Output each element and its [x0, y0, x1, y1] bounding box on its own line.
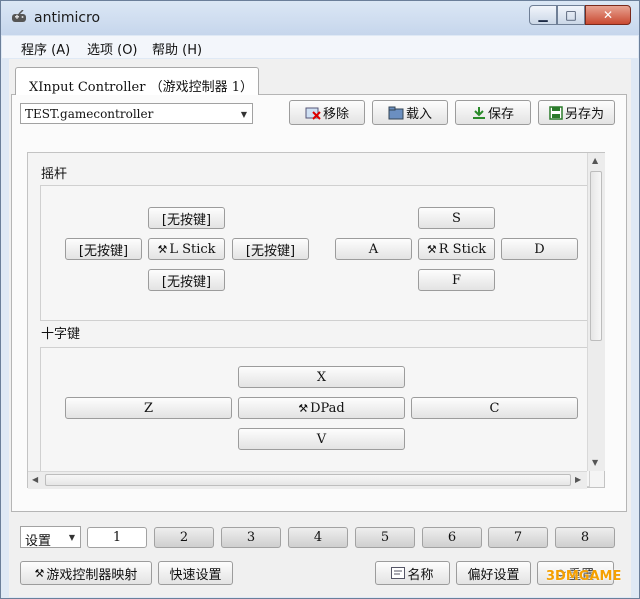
set-button-2[interactable]: 2: [154, 527, 214, 548]
tab-controller-1[interactable]: XInput Controller （游戏控制器 1）: [15, 67, 259, 95]
controller-mapping-label: 游戏控制器映射: [46, 567, 138, 583]
name-button-label: 名称: [407, 567, 434, 583]
right-stick-up-label: S: [452, 210, 461, 226]
quick-setup-label: 快速设置: [169, 567, 222, 583]
name-button[interactable]: 名称: [375, 561, 450, 585]
right-stick-right-button[interactable]: D: [501, 238, 578, 260]
watermark-logo: 3DMGAME: [546, 569, 622, 584]
scroll-right-icon[interactable]: ▶: [575, 475, 581, 484]
menu-bar: 程序 (A) 选项 (O) 帮助 (H): [2, 36, 638, 58]
close-button[interactable]: ✕: [585, 5, 631, 25]
app-window: antimicro ▁ □ ✕ 程序 (A) 选项 (O) 帮助 (H) XIn…: [0, 0, 640, 599]
set-button-4[interactable]: 4: [288, 527, 348, 548]
right-stick-down-label: F: [451, 272, 462, 288]
left-stick-right-label: [无按键]: [245, 243, 296, 259]
save-button-label: 保存: [487, 107, 514, 122]
dpad-up-label: X: [316, 369, 327, 385]
load-button-label: 载入: [405, 107, 432, 122]
scroll-left-icon[interactable]: ◀: [32, 475, 38, 484]
chevron-down-icon: ▼: [240, 110, 247, 119]
vertical-scrollbar[interactable]: ▲ ▼: [587, 153, 605, 471]
dpad-label: DPad: [310, 400, 345, 416]
dpad-down-label: V: [316, 431, 327, 447]
left-stick-button[interactable]: ⚒ L Stick: [148, 238, 225, 260]
left-stick-down-button[interactable]: [无按键]: [148, 269, 225, 291]
vertical-scroll-thumb[interactable]: [590, 171, 602, 341]
maximize-button[interactable]: □: [557, 5, 585, 25]
right-stick-button[interactable]: ⚒ R Stick: [418, 238, 495, 260]
menu-options[interactable]: 选项 (O): [87, 39, 138, 58]
right-stick-label: R Stick: [438, 241, 487, 257]
left-stick-up-label: [无按键]: [161, 212, 212, 228]
set-button-6[interactable]: 6: [422, 527, 482, 548]
right-stick-down-button[interactable]: F: [418, 269, 495, 291]
dpad-button[interactable]: ⚒ DPad: [238, 397, 405, 419]
wrench-icon: ⚒: [157, 242, 168, 256]
right-stick-left-label: A: [368, 241, 379, 257]
set-button-8[interactable]: 8: [555, 527, 615, 548]
left-stick-label: L Stick: [169, 241, 216, 257]
scroll-down-icon[interactable]: ▼: [592, 458, 598, 467]
chevron-down-icon: ▼: [68, 533, 75, 542]
set-dropdown-value: 设置: [25, 534, 52, 549]
menu-help[interactable]: 帮助 (H): [152, 39, 202, 58]
remove-profile-icon: [305, 107, 321, 120]
set-button-1[interactable]: 1: [87, 527, 147, 548]
quick-setup-button[interactable]: 快速设置: [158, 561, 233, 585]
save-as-button-label: 另存为: [564, 107, 604, 122]
remove-button-label: 移除: [322, 107, 349, 122]
dpad-right-button[interactable]: C: [411, 397, 578, 419]
save-as-button[interactable]: 另存为: [538, 100, 615, 125]
controller-mapping-button[interactable]: ⚒ 游戏控制器映射: [20, 561, 152, 585]
load-button[interactable]: 载入: [372, 100, 448, 125]
remove-button[interactable]: 移除: [289, 100, 365, 125]
preferences-button[interactable]: 偏好设置: [456, 561, 531, 585]
dpad-up-button[interactable]: X: [238, 366, 405, 388]
wrench-icon: ⚒: [426, 242, 437, 256]
right-stick-right-label: D: [534, 241, 545, 257]
set-button-3[interactable]: 3: [221, 527, 281, 548]
set-button-7[interactable]: 7: [488, 527, 548, 548]
right-stick-left-button[interactable]: A: [335, 238, 412, 260]
profile-select[interactable]: TEST.gamecontroller ▼: [20, 103, 253, 124]
dpad-down-button[interactable]: V: [238, 428, 405, 450]
wrench-icon: ⚒: [34, 566, 45, 580]
menu-program[interactable]: 程序 (A): [21, 39, 70, 58]
folder-icon: [388, 106, 404, 119]
horizontal-scrollbar[interactable]: ◀ ▶: [28, 471, 587, 489]
wrench-icon: ⚒: [298, 401, 309, 415]
profile-select-value: TEST.gamecontroller: [25, 107, 154, 121]
minimize-button[interactable]: ▁: [529, 5, 557, 25]
scroll-up-icon[interactable]: ▲: [592, 156, 598, 165]
window-controls: ▁ □ ✕: [529, 5, 631, 25]
sticks-group-title: 摇杆: [41, 167, 68, 182]
left-stick-down-label: [无按键]: [161, 274, 212, 290]
right-stick-up-button[interactable]: S: [418, 207, 495, 229]
left-stick-right-button[interactable]: [无按键]: [232, 238, 309, 260]
dpad-left-label: Z: [143, 400, 154, 416]
left-stick-up-button[interactable]: [无按键]: [148, 207, 225, 229]
left-stick-left-label: [无按键]: [78, 243, 129, 259]
dpad-left-button[interactable]: Z: [65, 397, 232, 419]
preferences-label: 偏好设置: [467, 567, 520, 583]
save-icon: [472, 106, 485, 119]
dpad-right-label: C: [489, 400, 500, 416]
save-button[interactable]: 保存: [455, 100, 531, 125]
save-as-icon: [549, 105, 563, 120]
title-bar[interactable]: antimicro ▁ □ ✕: [1, 1, 639, 35]
set-dropdown[interactable]: 设置 ▼: [20, 526, 81, 549]
horizontal-scroll-thumb[interactable]: [45, 474, 571, 486]
dpad-group-title: 十字键: [41, 327, 81, 342]
name-tag-icon: [391, 567, 406, 579]
gamepad-icon: [12, 10, 26, 22]
left-stick-left-button[interactable]: [无按键]: [65, 238, 142, 260]
window-title: antimicro: [34, 10, 101, 26]
set-button-5[interactable]: 5: [355, 527, 415, 548]
